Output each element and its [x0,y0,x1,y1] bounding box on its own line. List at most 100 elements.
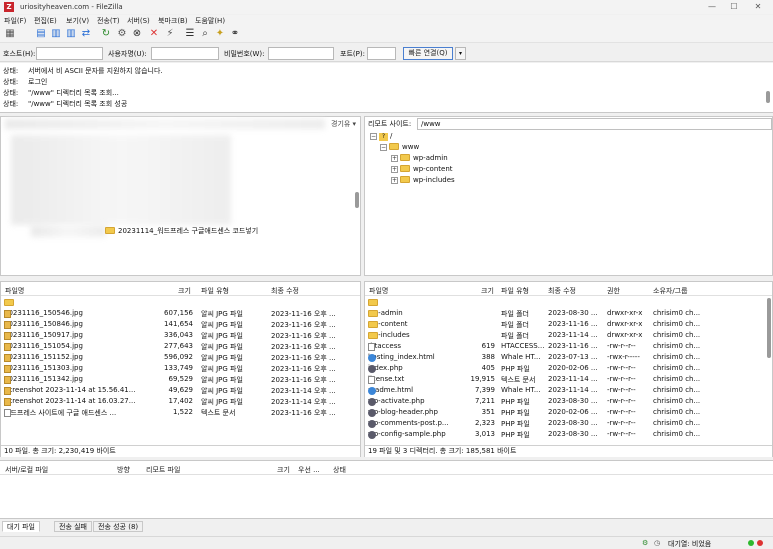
toggle-log-icon[interactable]: ▤ [35,28,47,40]
col-filename[interactable]: 파일명 [369,286,388,296]
toggle-local-tree-icon[interactable]: ▥ [50,28,62,40]
col-type[interactable]: 파일 유형 [201,286,229,296]
port-input[interactable] [367,47,396,60]
col-size[interactable]: 크기 [481,286,494,296]
file-row[interactable]: license.txt 19,915 텍스트 문서 2023-11-14 ... -rw… [365,374,772,385]
menu-transfer[interactable]: 전송(T) [97,16,120,26]
process-queue-icon[interactable]: ⚙ [116,28,128,40]
remote-site-input[interactable]: /www [417,118,772,130]
quickconnect-button[interactable]: 빠른 연결(Q) [403,47,453,60]
toggle-queue-icon[interactable]: ⇄ [80,28,92,40]
file-row[interactable]: hosting_index.html 388 Whale HT... 2023-07-… [365,352,772,363]
tree-item-wp-includes[interactable]: + wp-includes [391,176,455,184]
tab-successful-transfers[interactable]: 전송 성공 (8) [93,521,144,532]
file-row[interactable]: Screenshot 2023-11-14 at 16.03.27... 17,4… [1,396,360,407]
file-row[interactable]: 20231116_150846.jpg 141,654 알씨 JPG 파일 2023-… [1,319,360,330]
tree-item-www[interactable]: − www [380,143,419,151]
col-size[interactable]: 크기 [277,465,290,475]
col-direction[interactable]: 방향 [117,465,130,475]
minimize-button[interactable]: — [703,1,721,13]
folder-icon [368,321,378,328]
menu-edit[interactable]: 편집(E) [34,16,57,26]
refresh-icon[interactable]: ↻ [100,28,112,40]
file-row[interactable]: wp-admin 파일 폴더 2023-08-30 ... drwxr-xr-x chr… [365,308,772,319]
cell-type: Whale HT... [501,386,541,394]
col-size[interactable]: 크기 [178,286,191,296]
cancel-icon[interactable]: ⊗ [131,28,143,40]
site-manager-icon[interactable]: ▦ [4,28,16,40]
local-site-dropdown[interactable]: 경기유 ▾ [331,119,356,129]
quickconnect-dropdown-icon[interactable]: ▾ [455,47,466,60]
col-modified[interactable]: 최종 수정 [271,286,299,296]
cell-text: 619 [481,342,495,350]
file-row[interactable]: 워드프레스 사이트에 구글 애드센스 ... 1,522 텍스트 문서 2023-11… [1,407,360,418]
file-row[interactable]: 20231116_151152.jpg 596,092 알씨 JPG 파일 2023-… [1,352,360,363]
cell-text: -rw-r--r-- [607,342,636,350]
file-row[interactable]: 20231116_150546.jpg 607,156 알씨 JPG 파일 2023-… [1,308,360,319]
menu-help[interactable]: 도움말(H) [195,16,225,26]
local-tree-scrollbar[interactable] [355,192,359,208]
file-row[interactable]: wp-config-sample.php 3,013 PHP 파일 2023-08-3… [365,429,772,440]
file-row[interactable]: wp-activate.php 7,211 PHP 파일 2023-08-30 ...… [365,396,772,407]
tab-failed-transfers[interactable]: 전송 실패 [54,521,92,532]
file-row[interactable]: wp-content 파일 폴더 2023-11-16 ... drwxr-xr-x c… [365,319,772,330]
tab-queued-files[interactable]: 대기 파일 [2,521,40,532]
file-row[interactable]: readme.html 7,399 Whale HT... 2023-11-14 ..… [365,385,772,396]
file-row[interactable]: 20231116_151303.jpg 133,749 알씨 JPG 파일 2023-… [1,363,360,374]
username-input[interactable] [151,47,219,60]
col-type[interactable]: 파일 유형 [501,286,529,296]
cell-text: Whale HT... [501,386,541,394]
file-row[interactable]: .. [1,297,360,308]
file-row[interactable]: index.php 405 PHP 파일 2020-02-06 ... -rw-r--r… [365,363,772,374]
file-row[interactable]: 20231116_151054.jpg 277,643 알씨 JPG 파일 2023-… [1,341,360,352]
directory-listing-filter-icon[interactable]: ☰ [184,28,196,40]
cell-owner: chrisim0 ch... [653,331,700,339]
password-input[interactable] [268,47,334,60]
tree-root[interactable]: −? / [370,132,392,141]
cell-text: 알씨 JPG 파일 [201,310,243,318]
cell-text: 133,749 [164,364,193,372]
file-row[interactable]: wp-comments-post.p... 2,323 PHP 파일 2023-08-… [365,418,772,429]
maximize-button[interactable]: ☐ [725,1,743,13]
toggle-remote-tree-icon[interactable]: ▥ [65,28,77,40]
cell-text: HTACCESS... [501,342,545,350]
file-row[interactable]: wp-includes 파일 폴더 2023-11-14 ... drwxr-xr-x… [365,330,772,341]
search-icon[interactable]: ⚭ [229,28,241,40]
cell-text: 2023-11-14 ... [548,331,598,339]
cell-text: 파일 폴더 [501,310,529,318]
file-row[interactable]: .. [365,297,772,308]
col-status[interactable]: 상태 [333,465,346,475]
cell-size: 69,529 [169,375,194,383]
host-input[interactable] [36,47,103,60]
file-row[interactable]: .htaccess 619 HTACCESS... 2023-11-16 ... -rw… [365,341,772,352]
tree-item-wp-content[interactable]: + wp-content [391,165,453,173]
col-owner[interactable]: 소유자/그룹 [653,286,688,296]
cell-mod: 2023-11-16 오후 ... [271,331,336,341]
cell-size: 336,043 [164,331,193,339]
col-server-local-file[interactable]: 서버/로컬 파일 [5,465,48,475]
close-button[interactable]: ✕ [749,1,767,13]
disconnect-icon[interactable]: ✕ [148,28,160,40]
compare-icon[interactable]: ⌕ [199,28,211,40]
remote-list-scrollbar[interactable] [767,298,771,358]
folder-icon [105,227,115,234]
log-scrollbar[interactable] [766,91,770,103]
menu-file[interactable]: 파일(F) [4,16,26,26]
reconnect-icon[interactable]: ⚡ [164,28,176,40]
file-row[interactable]: Screenshot 2023-11-14 at 15.56.41... 49,6… [1,385,360,396]
local-tree-selected-folder[interactable]: 20231114_워드프레스 구글애드센스 코드넣기 [105,226,258,236]
col-priority[interactable]: 우선 ... [298,465,320,475]
tree-item-wp-admin[interactable]: + wp-admin [391,154,448,162]
menu-server[interactable]: 서버(S) [127,16,150,26]
file-row[interactable]: wp-blog-header.php 351 PHP 파일 2020-02-06 ..… [365,407,772,418]
col-filename[interactable]: 파일명 [5,286,24,296]
col-permissions[interactable]: 권한 [607,286,620,296]
cell-size: 607,156 [164,309,193,317]
menu-bookmarks[interactable]: 북마크(B) [158,16,188,26]
col-remote-file[interactable]: 리모트 파일 [146,465,180,475]
file-row[interactable]: 20231116_150917.jpg 336,043 알씨 JPG 파일 2023-… [1,330,360,341]
file-row[interactable]: 20231116_151342.jpg 69,529 알씨 JPG 파일 2023-1… [1,374,360,385]
col-modified[interactable]: 최종 수정 [548,286,576,296]
menu-view[interactable]: 보기(V) [66,16,89,26]
sync-browsing-icon[interactable]: ✦ [214,28,226,40]
